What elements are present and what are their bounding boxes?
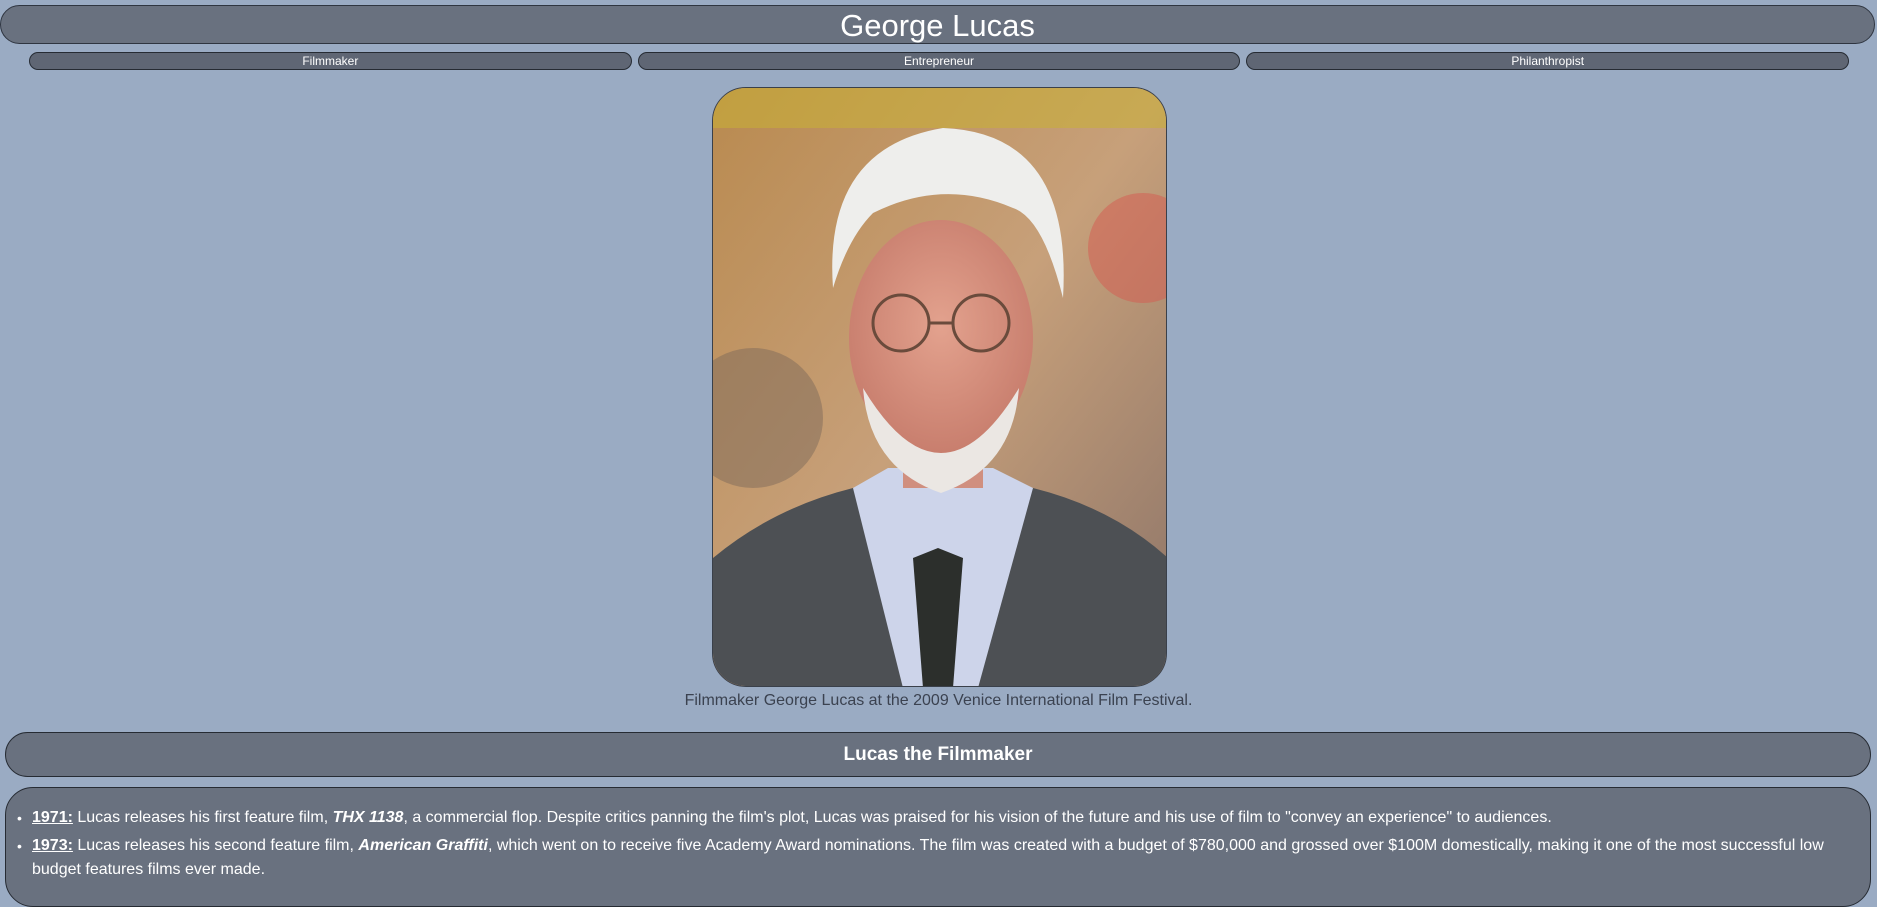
nav-bar: Filmmaker Entrepreneur Philanthropist [29,52,1850,70]
timeline-list: • 1971: Lucas releases his first feature… [17,806,1846,882]
bullet-icon: • [17,838,22,854]
portrait-illustration [713,88,1166,686]
bullet-icon: • [17,810,22,826]
film-title: American Graffiti [358,837,488,854]
portrait-photo [712,87,1167,687]
timeline-year[interactable]: 1973: [32,837,73,854]
timeline-text: Lucas releases his first feature film, [72,809,333,826]
timeline-text: , a commercial flop. Despite critics pan… [403,809,1552,826]
nav-button-philanthropist[interactable]: Philanthropist [1246,52,1850,70]
timeline-text: Lucas releases his second feature film, [72,837,359,854]
section-heading: Lucas the Filmmaker [5,732,1871,777]
film-title: THX 1138 [332,809,404,826]
timeline-year[interactable]: 1971: [32,809,73,826]
photo-caption: Filmmaker George Lucas at the 2009 Venic… [684,692,1193,709]
nav-button-entrepreneur[interactable]: Entrepreneur [637,52,1241,70]
nav-button-filmmaker[interactable]: Filmmaker [29,52,632,70]
timeline-panel: • 1971: Lucas releases his first feature… [5,787,1871,907]
page-title: George Lucas [0,5,1875,44]
timeline-item: • 1973: Lucas releases his second featur… [17,834,1846,882]
timeline-item: • 1971: Lucas releases his first feature… [17,806,1846,830]
